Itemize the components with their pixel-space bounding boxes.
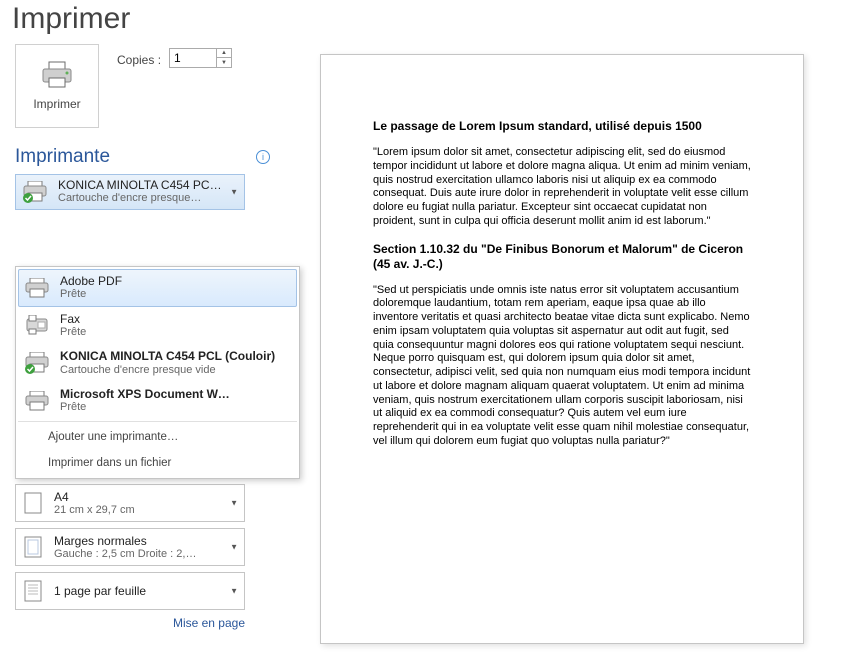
spin-down-icon[interactable]: ▼ (217, 58, 231, 67)
preview-paragraph-2: "Sed ut perspiciatis unde omnis iste nat… (373, 284, 751, 449)
print-button-label: Imprimer (33, 97, 80, 111)
page-icon (24, 492, 42, 514)
preview-paragraph-1: "Lorem ipsum dolor sit amet, consectetur… (373, 146, 751, 229)
print-to-file-action[interactable]: Imprimer dans un fichier (18, 450, 297, 476)
fax-icon (25, 315, 51, 335)
printer-option-adobe-pdf[interactable]: Adobe PDFPrête (18, 269, 297, 307)
printer-option-status: Cartouche d'encre presque vide (60, 364, 275, 377)
printer-option-name: Fax (60, 312, 86, 326)
printer-icon (40, 61, 74, 89)
printer-option-status: Prête (60, 401, 230, 414)
printer-option-name: KONICA MINOLTA C454 PCL (Couloir) (60, 349, 275, 363)
copies-input[interactable] (169, 48, 217, 68)
add-printer-action[interactable]: Ajouter une imprimante… (18, 424, 297, 450)
preview-heading-2: Section 1.10.32 du "De Finibus Bonorum e… (373, 242, 751, 272)
margins-icon (24, 536, 42, 558)
printer-icon (25, 391, 51, 411)
paper-title: A4 (54, 490, 135, 504)
printer-option-name: Microsoft XPS Document Writer (60, 387, 230, 401)
selected-printer-name: KONICA MINOLTA C454 PC… (58, 178, 222, 192)
paper-size-dropdown[interactable]: A421 cm x 29,7 cm ▼ (15, 484, 245, 522)
printer-option-konica[interactable]: KONICA MINOLTA C454 PCL (Couloir)Cartouc… (18, 344, 297, 382)
print-preview-page: Le passage de Lorem Ipsum standard, util… (320, 54, 804, 644)
page-title: Imprimer (0, 0, 851, 44)
printer-section-title: Imprimante (15, 146, 110, 168)
printer-option-name: Adobe PDF (60, 274, 122, 288)
copies-label: Copies : (117, 53, 161, 67)
printer-option-status: Prête (60, 326, 86, 339)
pages-per-sheet-dropdown[interactable]: 1 page par feuille ▼ (15, 572, 245, 610)
info-icon[interactable]: i (256, 150, 270, 164)
chevron-down-icon: ▼ (230, 187, 238, 196)
printer-status-icon (24, 352, 52, 374)
per-sheet-label: 1 page par feuille (54, 584, 146, 598)
margins-title: Marges normales (54, 534, 196, 548)
copies-spinner[interactable]: ▲▼ (217, 48, 232, 68)
printer-option-status: Prête (60, 288, 122, 301)
preview-heading-1: Le passage de Lorem Ipsum standard, util… (373, 119, 751, 134)
selected-printer-status: Cartouche d'encre presque… (58, 192, 222, 205)
paper-sub: 21 cm x 29,7 cm (54, 504, 135, 516)
page-setup-link[interactable]: Mise en page (15, 616, 245, 630)
print-button[interactable]: Imprimer (15, 44, 99, 128)
chevron-down-icon: ▼ (230, 498, 238, 507)
margins-sub: Gauche : 2,5 cm Droite : 2,… (54, 548, 196, 560)
margins-dropdown[interactable]: Marges normalesGauche : 2,5 cm Droite : … (15, 528, 245, 566)
page-icon (24, 580, 42, 602)
printer-dropdown-popup: Adobe PDFPrête FaxPrête KONICA MINOLTA C… (15, 266, 300, 479)
printer-status-icon (22, 181, 50, 203)
printer-option-fax[interactable]: FaxPrête (18, 307, 297, 345)
spin-up-icon[interactable]: ▲ (217, 49, 231, 58)
printer-option-xps[interactable]: Microsoft XPS Document WriterPrête (18, 382, 297, 420)
chevron-down-icon: ▼ (230, 586, 238, 595)
printer-icon (25, 278, 51, 298)
chevron-down-icon: ▼ (230, 542, 238, 551)
printer-dropdown[interactable]: KONICA MINOLTA C454 PC… Cartouche d'encr… (15, 174, 245, 210)
